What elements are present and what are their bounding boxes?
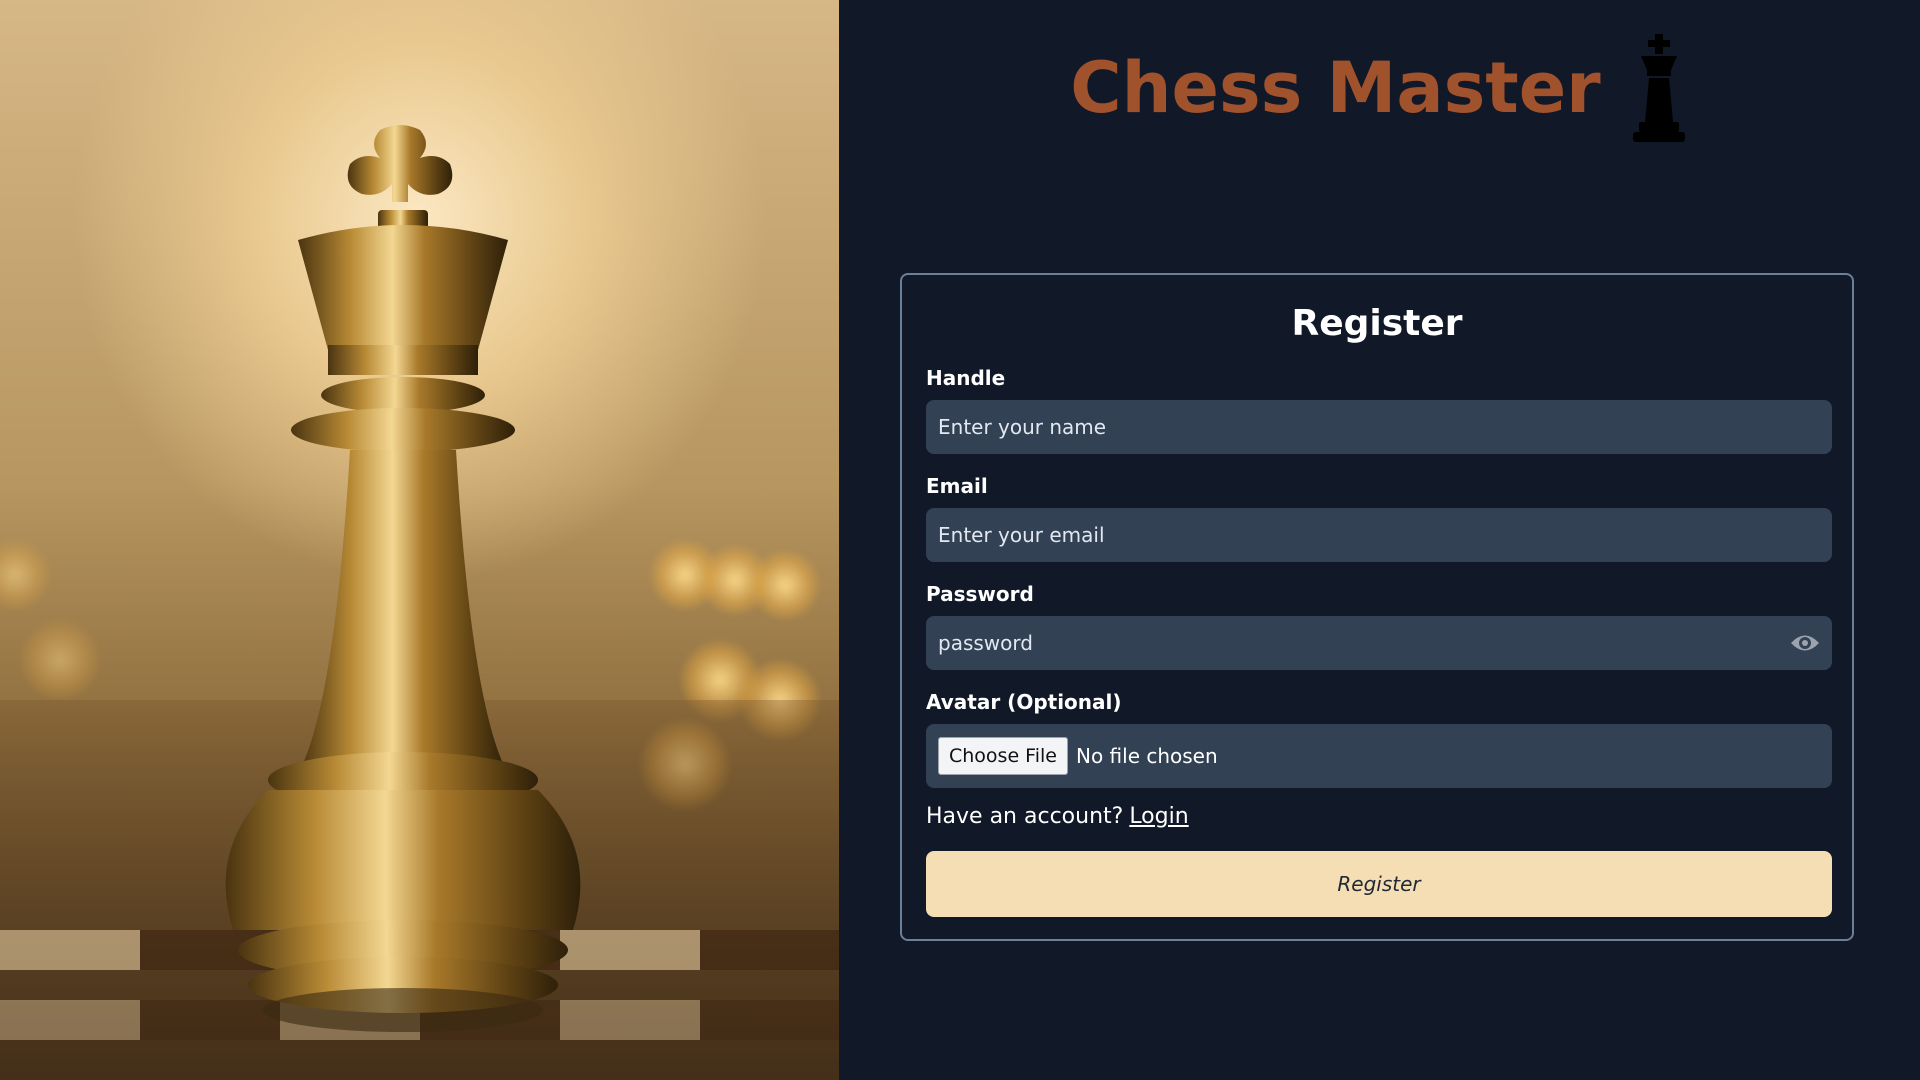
account-prompt: Have an account? (926, 804, 1124, 829)
brand-header: Chess Master (839, 34, 1920, 142)
avatar-file-input: Choose File No file chosen (926, 724, 1832, 788)
password-input[interactable] (926, 616, 1832, 670)
login-link[interactable]: Login (1129, 804, 1188, 829)
choose-file-button[interactable]: Choose File (938, 737, 1068, 775)
avatar-label: Avatar (Optional) (926, 690, 1122, 714)
email-input-wrapper (926, 508, 1832, 562)
handle-input[interactable] (926, 400, 1832, 454)
file-status-text: No file chosen (1075, 744, 1218, 768)
password-label: Password (926, 582, 1034, 606)
register-form-card: Register Handle Email Password (900, 273, 1854, 941)
handle-field: Handle (926, 366, 1832, 454)
register-button[interactable]: Register (926, 851, 1832, 917)
register-page: Chess Master Register Handle Enter your … (0, 0, 1920, 1080)
chess-king-figure (225, 125, 581, 1032)
avatar-field: Avatar (Optional) Choose File No file ch… (926, 690, 1832, 788)
chess-king-icon (1629, 34, 1689, 142)
password-field: Password (926, 582, 1832, 670)
password-input-wrapper (926, 616, 1832, 670)
form-title: Register (1291, 303, 1463, 344)
brand-title: Chess Master (1070, 47, 1601, 129)
email-input[interactable] (926, 508, 1832, 562)
email-field: Email (926, 474, 1832, 562)
handle-input-wrapper (926, 400, 1832, 454)
register-panel: Chess Master Register Handle Enter your … (839, 0, 1920, 1080)
account-prompt-line: Have an account? Login (926, 804, 1828, 829)
hero-image (0, 0, 839, 1080)
handle-label: Handle (926, 366, 1006, 390)
eye-icon[interactable] (1790, 630, 1820, 656)
email-label: Email (926, 474, 988, 498)
